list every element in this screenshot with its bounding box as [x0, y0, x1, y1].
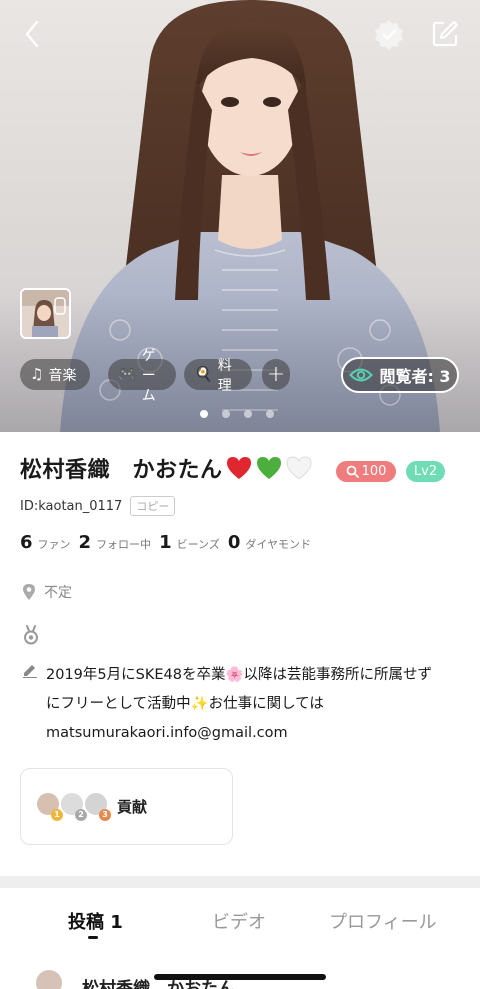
tab-video[interactable]: ビデオ — [212, 908, 266, 934]
profile-bio: 2019年5月にSKE48を卒業🌸以降は芸能事務所に所属せず にフリーとして活動… — [46, 661, 466, 748]
green-heart-icon — [256, 457, 281, 479]
carousel-dot[interactable] — [200, 410, 208, 418]
tag-label: 音楽 — [48, 367, 77, 384]
rank-badge: 3 — [99, 808, 111, 821]
tag-chip-cooking[interactable]: 🍳 料理 — [184, 358, 252, 394]
tag-label: ゲーム — [141, 347, 156, 404]
user-id-row: ID:kaotan_0117 コピー — [20, 496, 176, 516]
plus-icon: + — [266, 362, 286, 387]
thumbnail-photo — [22, 290, 69, 337]
tag-chip-music[interactable]: ♫ 音楽 — [20, 359, 90, 390]
tab-profile[interactable]: プロフィール — [329, 908, 437, 934]
gamepad-icon: 🎮 — [118, 365, 137, 383]
stat-following-count: 2 — [78, 532, 92, 553]
tab-posts[interactable]: 投稿 1 — [68, 908, 123, 934]
viewers-label: 閲覧者: 3 — [379, 367, 451, 386]
medal-icon — [24, 625, 38, 645]
pencil-icon — [23, 665, 37, 678]
location-text: 不定 — [44, 585, 72, 601]
search-count: 100 — [361, 464, 387, 479]
stat-diamonds[interactable]: 0 ダイヤモンド — [228, 532, 311, 553]
tag-label: 料理 — [217, 357, 232, 394]
tag-chip-game[interactable]: 🎮 ゲーム — [108, 348, 176, 404]
carousel-dot[interactable] — [266, 410, 274, 418]
contribution-label: 貢献 — [117, 798, 148, 816]
active-tab-indicator — [88, 936, 98, 939]
contributor-avatar: 2 — [59, 790, 87, 821]
stat-fans-label: ファン — [37, 538, 71, 551]
profile-name: 松村香織 かおたん — [20, 458, 223, 483]
stat-fans-count: 6 — [20, 532, 33, 553]
eye-icon — [349, 368, 374, 382]
location-pin-icon — [23, 584, 35, 600]
edit-icon — [432, 20, 459, 47]
white-heart-icon — [286, 456, 312, 480]
section-divider — [0, 876, 480, 888]
verified-badge-icon — [375, 20, 403, 50]
back-button[interactable] — [16, 16, 48, 52]
verified-badge-button[interactable] — [373, 18, 405, 50]
stat-beans-count: 1 — [159, 532, 172, 553]
red-heart-icon — [226, 457, 251, 479]
viewers-button[interactable]: 閲覧者: 3 — [341, 357, 459, 393]
photo-thumbnail[interactable] — [20, 288, 71, 339]
profile-name-row: 松村香織 かおたん — [20, 452, 313, 484]
chevron-left-icon — [25, 20, 39, 48]
bio-line: matsumurakaori.info@gmail.com — [46, 725, 288, 741]
level-label: Lv2 — [413, 464, 438, 479]
contribution-card[interactable]: 1 2 3 貢献 — [20, 768, 233, 845]
profile-stats: 6 ファン 2 フォロー中 1 ビーンズ 0 ダイヤモンド — [20, 532, 311, 553]
user-id: ID:kaotan_0117 — [20, 498, 123, 514]
stat-beans[interactable]: 1 ビーンズ — [159, 532, 220, 553]
bio-line: 2019年5月にSKE48を卒業🌸以降は芸能事務所に所属せず — [46, 667, 433, 683]
avatar — [36, 970, 62, 989]
stat-following[interactable]: 2 フォロー中 — [79, 532, 152, 553]
copy-id-button[interactable]: コピー — [130, 496, 176, 516]
home-indicator — [154, 974, 326, 980]
search-count-badge: 100 — [336, 461, 396, 482]
carousel-indicator — [200, 410, 274, 418]
profile-tabs: 投稿 1 ビデオ プロフィール — [0, 888, 480, 958]
music-note-icon: ♫ — [30, 365, 44, 383]
carousel-dot[interactable] — [244, 410, 252, 418]
top-contributors: 1 2 3 — [35, 790, 113, 823]
location-row: 不定 — [22, 582, 72, 602]
edit-profile-button[interactable] — [429, 18, 461, 50]
profile-hero: ♫ 音楽 🎮 ゲーム 🍳 料理 + 閲覧者: 3 — [0, 0, 480, 432]
bio-line: にフリーとして活動中✨お仕事に関しては — [46, 696, 324, 712]
stat-following-label: フォロー中 — [96, 538, 152, 551]
stat-fans[interactable]: 6 ファン — [20, 532, 71, 553]
stat-diamonds-count: 0 — [227, 532, 241, 553]
contributor-avatar: 1 — [35, 790, 63, 821]
cooking-icon: 🍳 — [194, 365, 213, 383]
heart-emojis — [225, 455, 313, 481]
stat-diamonds-label: ダイヤモンド — [245, 538, 312, 551]
add-tag-button[interactable]: + — [262, 359, 290, 390]
carousel-dot[interactable] — [222, 410, 230, 418]
search-icon — [346, 465, 359, 478]
stat-beans-label: ビーンズ — [176, 538, 220, 551]
contributor-avatar: 3 — [83, 790, 111, 821]
level-badge: Lv2 — [406, 461, 445, 482]
